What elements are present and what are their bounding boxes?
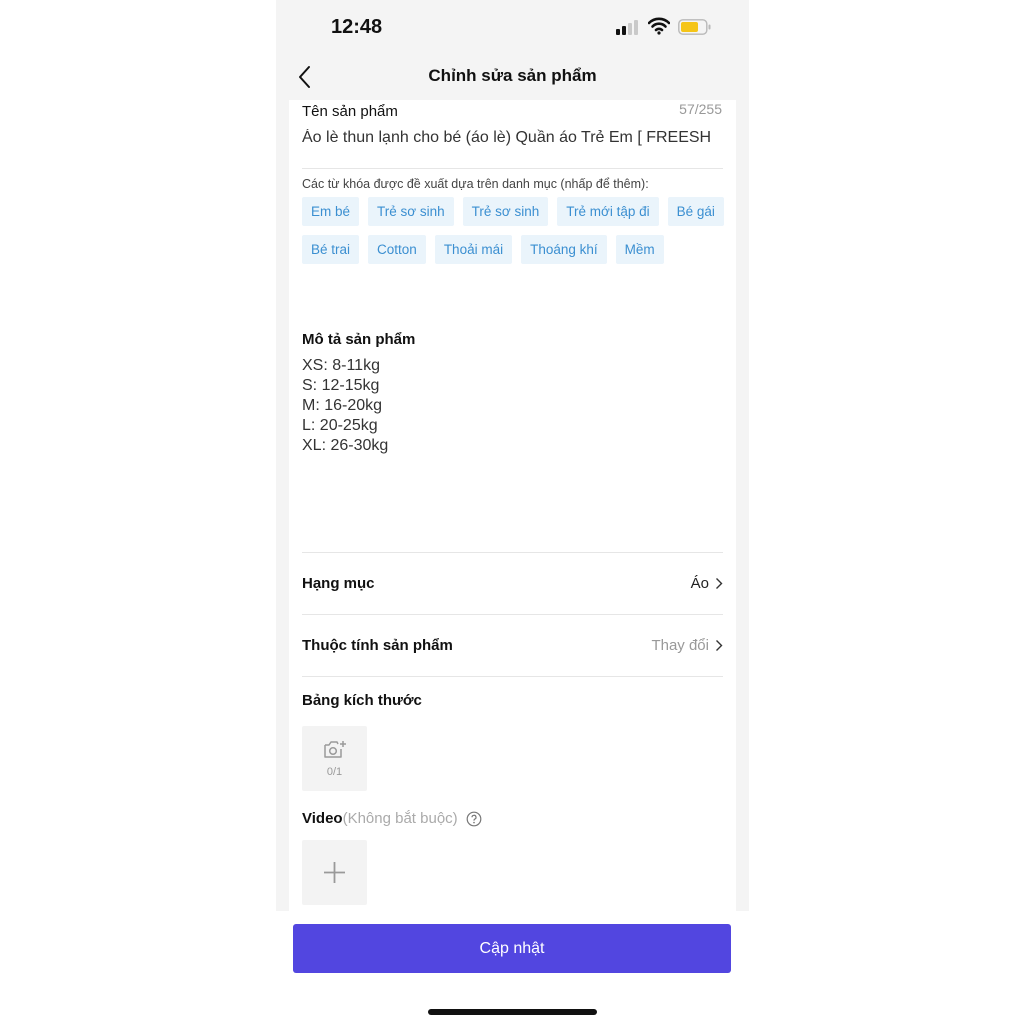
video-upload-button[interactable] <box>302 840 367 905</box>
description-line: XL: 26-30kg <box>302 437 389 454</box>
keyword-chip[interactable]: Mềm <box>615 235 664 264</box>
camera-add-icon <box>324 741 346 758</box>
keyword-chip[interactable]: Cotton <box>368 235 426 264</box>
signal-icon <box>616 19 642 35</box>
status-time: 12:48 <box>331 16 383 38</box>
product-name-input[interactable]: Áo lè thun lạnh cho bé (áo lè) Quần áo T… <box>302 129 724 147</box>
page-title: Chỉnh sửa sản phẩm <box>428 66 597 85</box>
attributes-row[interactable]: Thuộc tính sản phẩm Thay đổi <box>302 625 723 665</box>
video-label: Video <box>302 810 343 827</box>
upload-count: 0/1 <box>326 766 343 778</box>
keyword-chip[interactable]: Trẻ sơ sinh <box>368 197 454 226</box>
divider <box>302 168 723 169</box>
keyword-chip[interactable]: Bé trai <box>302 235 360 264</box>
battery-icon <box>678 19 711 35</box>
status-bar: 12:48 <box>276 0 749 56</box>
home-indicator <box>428 1009 597 1015</box>
keyword-chip[interactable]: Trẻ sơ sinh <box>462 197 549 226</box>
plus-icon <box>324 862 345 883</box>
description-line: S: 12-15kg <box>302 377 380 394</box>
edit-form: Tên sản phẩm 57/255 Áo lè thun lạnh cho … <box>289 100 736 911</box>
size-chart-upload-button[interactable]: 0/1 <box>302 726 367 791</box>
keyword-chip-list: Em bé Trẻ sơ sinh Trẻ sơ sinh Trẻ mới tậ… <box>302 197 727 264</box>
keyword-chip[interactable]: Thoáng khí <box>521 235 607 264</box>
phone-screen: 12:48 Chỉnh sửa sản phẩm Tên sản phẩm 57… <box>276 0 749 911</box>
description-line: M: 16-20kg <box>302 397 383 414</box>
description-line: XS: 8-11kg <box>302 357 380 374</box>
attributes-label: Thuộc tính sản phẩm <box>302 636 453 654</box>
help-circle-icon[interactable] <box>466 811 482 827</box>
keyword-chip[interactable]: Bé gái <box>667 197 724 226</box>
attributes-change-link: Thay đổi <box>651 636 709 654</box>
nav-header: Chỉnh sửa sản phẩm <box>276 56 749 100</box>
description-line: L: 20-25kg <box>302 417 378 434</box>
keyword-chip[interactable]: Em bé <box>302 197 360 226</box>
size-chart-label: Bảng kích thước <box>302 692 422 709</box>
description-textarea[interactable]: XS: 8-11kg S: 12-15kg M: 16-20kg L: 20-2… <box>302 356 388 456</box>
wifi-icon <box>648 17 670 35</box>
description-label: Mô tả sản phẩm <box>302 331 416 348</box>
chevron-right-icon <box>716 639 723 651</box>
keyword-chip[interactable]: Trẻ mới tập đi <box>557 197 659 226</box>
keyword-chip[interactable]: Thoải mái <box>434 235 513 264</box>
category-row[interactable]: Hạng mục Áo <box>302 563 723 603</box>
divider <box>302 614 723 615</box>
divider <box>302 676 723 677</box>
category-value: Áo <box>690 574 709 592</box>
keyword-hint: Các từ khóa được đề xuất dựa trên danh m… <box>302 177 649 191</box>
divider <box>302 552 723 553</box>
video-section-title: Video (Không bắt buộc) <box>302 810 482 827</box>
product-name-counter: 57/255 <box>679 101 722 117</box>
chevron-right-icon <box>716 577 723 589</box>
update-button[interactable]: Cập nhật <box>293 924 731 973</box>
category-label: Hạng mục <box>302 574 375 592</box>
video-optional-note: (Không bắt buộc) <box>342 810 458 827</box>
product-name-label: Tên sản phẩm <box>302 103 398 120</box>
